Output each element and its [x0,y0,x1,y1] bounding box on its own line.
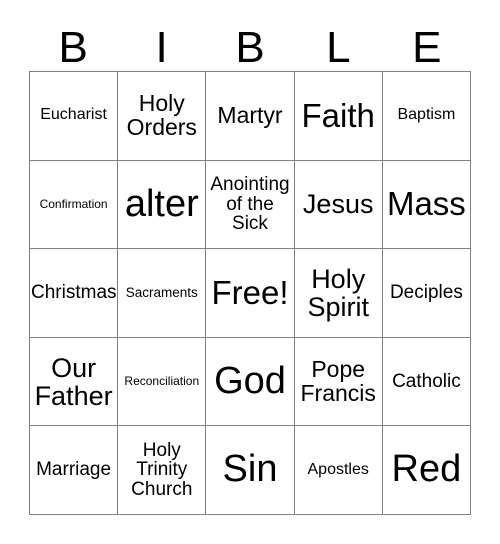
bingo-cell[interactable]: Red [382,426,471,515]
bingo-cell-label: Pope Francis [300,355,376,406]
bingo-cell[interactable]: Mass [382,160,471,250]
bingo-cell-label: Marriage [36,459,112,481]
bingo-cell-label: Apostles [307,460,369,478]
bingo-cell[interactable]: Anointing of the Sick [206,160,295,250]
bingo-header-letter-1: I [155,23,168,72]
bingo-cell[interactable]: Sacraments [118,249,207,338]
bingo-cell-label: Deciples [389,282,463,304]
bingo-cell[interactable]: Martyr [206,72,295,161]
bingo-cell[interactable]: Faith [294,72,383,161]
bingo-cell-label: Red [391,448,462,491]
bingo-cell-label: Our Father [34,352,113,411]
bingo-cell-label: Eucharist [40,106,107,124]
bingo-cell-label: Sin [222,448,278,491]
bingo-cell[interactable]: Holy Trinity Church [118,426,207,515]
bingo-cell-label: Christmas [31,282,117,304]
bingo-cell-label: Free! [211,273,289,311]
bingo-cell[interactable]: Marriage [30,426,119,515]
bingo-cell[interactable]: Baptism [382,72,471,161]
bingo-cell[interactable]: Catholic [382,337,471,427]
bingo-cell[interactable]: Jesus [294,160,383,250]
bingo-grid: Eucharist Holy Orders Martyr Faith Baptism Co… [29,71,471,515]
bingo-cell[interactable]: God [206,337,295,427]
bingo-cell-label: Reconciliation [124,374,200,389]
bingo-cell[interactable]: Reconciliation [118,337,207,427]
bingo-cell-label: Holy Trinity Church [131,439,193,501]
bingo-cell-label: alter [124,182,199,225]
bingo-cell-label: Baptism [397,106,456,124]
bingo-header: BIBLE [29,22,471,71]
bingo-cell[interactable]: Confirmation [30,160,119,250]
bingo-cell[interactable]: Holy Spirit [294,249,383,338]
bingo-cell[interactable]: Christmas [30,249,119,338]
bingo-card: B I B L E Eucharist Holy Orders Martyr Faith Bap… [0,0,500,544]
bingo-cell-label: Faith [301,96,375,134]
bingo-cell-label: Holy Orders [126,89,197,140]
bingo-cell-label: Anointing of the Sick [210,173,290,235]
bingo-header-letter-3: L [326,23,351,72]
bingo-cell-label: Mass [386,185,466,223]
bingo-cell-label: Confirmation [39,197,108,212]
bingo-cell-label: Holy Spirit [307,263,369,322]
bingo-cell[interactable]: Eucharist [30,72,119,161]
bingo-cell[interactable]: Apostles [294,426,383,515]
bingo-cell[interactable]: Holy Orders [118,72,207,161]
bingo-cell-label: Sacraments [125,284,198,300]
bingo-cell-label: Catholic [392,370,461,392]
bingo-header-letter-0: B [58,23,88,72]
bingo-cell[interactable]: Our Father [30,337,119,427]
bingo-cell[interactable]: alter [118,160,207,250]
bingo-cell[interactable]: Deciples [382,249,471,338]
bingo-cell-label: Jesus [302,189,374,220]
bingo-cell-free-space[interactable]: Free! [206,249,295,338]
bingo-cell[interactable]: Sin [206,426,295,515]
bingo-header-letter-4: E [412,23,442,72]
bingo-cell-label: Martyr [217,101,283,128]
bingo-cell-label: God [214,359,286,402]
bingo-cell[interactable]: Pope Francis [294,337,383,427]
bingo-header-letter-2: B [235,23,265,72]
